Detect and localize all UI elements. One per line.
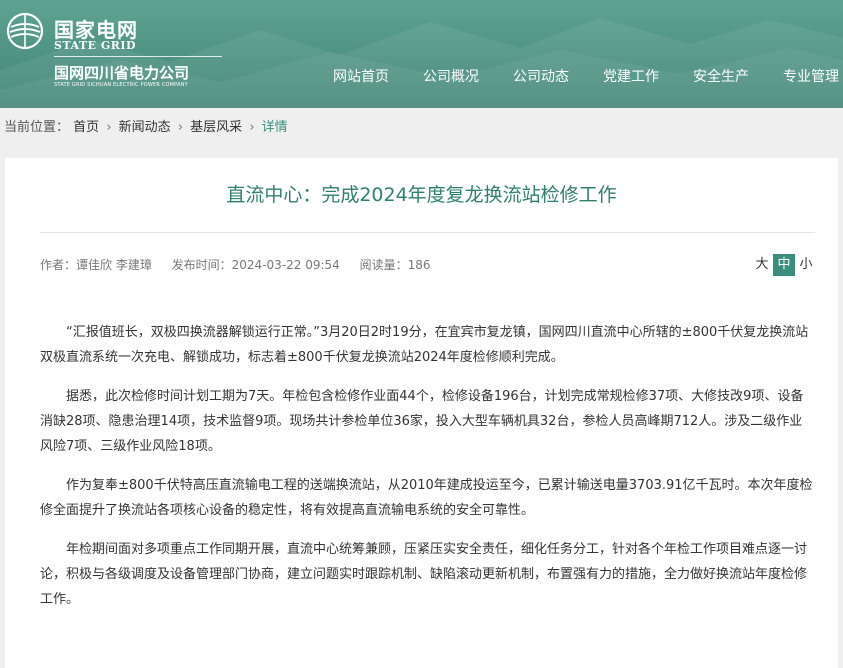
nav-safety-production[interactable]: 安全生产: [676, 62, 766, 92]
article-card: 直流中心：完成2024年度复龙换流站检修工作 作者：谭佳欣 李建璋 发布时间：2…: [5, 158, 838, 668]
nav-company-overview[interactable]: 公司概况: [406, 62, 496, 92]
nav-company-news[interactable]: 公司动态: [496, 62, 586, 92]
state-grid-emblem-icon: [6, 12, 44, 50]
nav-professional-management[interactable]: 专业管理: [766, 62, 843, 92]
article-title: 直流中心：完成2024年度复龙换流站检修工作: [226, 184, 617, 206]
logo-company-text: 国网四川省电力公司: [54, 64, 190, 82]
main-nav: 网站首页 公司概况 公司动态 党建工作 安全生产 专业管理: [316, 62, 843, 92]
article-meta: 作者：谭佳欣 李建璋 发布时间：2024-03-22 09:54 阅读量：186: [40, 256, 447, 273]
breadcrumb-label: 当前位置：: [4, 120, 70, 135]
logo-divider: [54, 56, 222, 57]
breadcrumb-separator: ›: [177, 120, 184, 135]
nav-party-building[interactable]: 党建工作: [586, 62, 676, 92]
article-paragraph: 作为复奉±800千伏特高压直流输电工程的送端换流站，从2010年建成投运至今，已…: [40, 478, 813, 518]
logo-company-en-text: STATE GRID SICHUAN ELECTRIC POWER COMPAN…: [54, 82, 188, 88]
font-size-large-button[interactable]: 大: [751, 254, 773, 276]
article-paragraph: “汇报值班长，双极四换流器解锁运行正常。”3月20日2时19分，在宜宾市复龙镇，…: [40, 325, 809, 365]
breadcrumb-grassroots[interactable]: 基层风采: [190, 108, 242, 148]
site-header: 国家电网 STATE GRID 国网四川省电力公司 STATE GRID SIC…: [0, 0, 843, 108]
breadcrumb-current: 详情: [261, 120, 288, 135]
nav-home[interactable]: 网站首页: [316, 62, 406, 92]
article-body: “汇报值班长，双极四换流器解锁运行正常。”3月20日2时19分，在宜宾市复龙镇，…: [40, 320, 815, 626]
font-size-switcher: 大 中 小: [751, 254, 817, 276]
breadcrumb-separator: ›: [106, 120, 112, 135]
font-size-medium-button[interactable]: 中: [773, 254, 795, 276]
article-view-count: 阅读量：186: [359, 258, 431, 272]
title-divider: [40, 232, 815, 233]
article-paragraph: 据悉，此次检修时间计划工期为7天。年检包含检修作业面44个，检修设备196台，计…: [40, 389, 804, 454]
breadcrumb-home[interactable]: 首页: [73, 108, 99, 148]
breadcrumb-separator: ›: [249, 120, 255, 135]
font-size-small-button[interactable]: 小: [795, 254, 817, 276]
article-paragraph: 年检期间面对多项重点工作同期开展，直流中心统筹兼顾，压紧压实安全责任，细化任务分…: [40, 542, 808, 607]
article-publish-time: 发布时间：2024-03-22 09:54: [171, 258, 340, 272]
article-author: 作者：谭佳欣 李建璋: [40, 258, 152, 272]
breadcrumb-news[interactable]: 新闻动态: [119, 108, 171, 148]
breadcrumb: 当前位置： 首页 › 新闻动态 › 基层风采 › 详情: [0, 108, 843, 148]
logo-en-text: STATE GRID: [54, 39, 137, 52]
